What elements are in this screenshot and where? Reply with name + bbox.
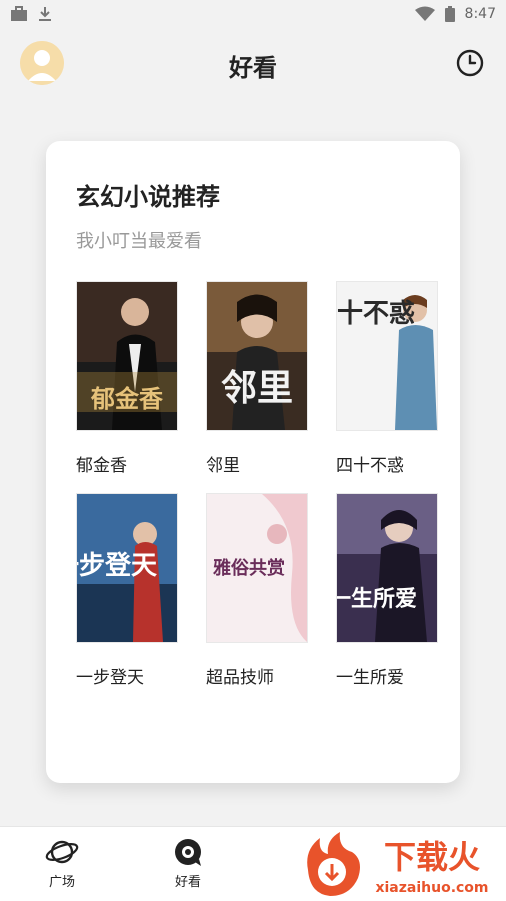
- cover-text: 一生所爱: [337, 586, 417, 612]
- nav-item-haokan[interactable]: 好看: [158, 837, 218, 890]
- watermark-logo: 下载火 xiazaihuo.com: [307, 832, 489, 896]
- header: 好看: [0, 28, 506, 100]
- battery-icon: [444, 6, 455, 22]
- status-left: [10, 6, 52, 22]
- briefcase-icon: [11, 6, 27, 21]
- status-time: 8:47: [464, 6, 496, 22]
- cover-text: 一步登天: [77, 550, 157, 581]
- page-title: 好看: [229, 54, 277, 82]
- eye-chat-icon: [175, 839, 201, 866]
- book-item[interactable]: 一步登天 一步登天: [76, 493, 178, 688]
- wifi-icon: [414, 6, 435, 21]
- book-item[interactable]: 四十不惑 四十不惑: [336, 281, 438, 476]
- cover-text: 四十不惑: [337, 299, 415, 329]
- card-title: 玄幻小说推荐: [76, 183, 220, 211]
- book-cover: 邻里: [206, 281, 308, 431]
- clock-history-icon[interactable]: [455, 48, 485, 78]
- book-cover: 郁金香: [76, 281, 178, 431]
- book-cover: 四十不惑: [336, 281, 438, 431]
- nav-label: 好看: [174, 875, 201, 890]
- cover-text: 邻里: [221, 367, 293, 409]
- book-item[interactable]: 一生所爱 一生所爱: [336, 493, 438, 688]
- book-item[interactable]: 邻里 邻里: [206, 281, 308, 476]
- book-item[interactable]: 郁金香 郁金香: [76, 281, 178, 476]
- download-icon: [39, 7, 51, 21]
- book-title: 一生所爱: [336, 668, 404, 688]
- cover-text: 郁金香: [90, 384, 164, 413]
- watermark-brand: 下载火: [384, 838, 480, 876]
- book-title: 一步登天: [76, 668, 144, 688]
- book-cover: 一生所爱: [336, 493, 438, 643]
- book-title: 郁金香: [76, 456, 127, 476]
- planet-icon: [45, 840, 79, 864]
- book-cover: 一步登天: [76, 493, 178, 643]
- book-title: 四十不惑: [336, 456, 404, 476]
- watermark-url: xiazaihuo.com: [375, 880, 488, 896]
- nav-label: 广场: [48, 875, 75, 890]
- recommendation-card: 玄幻小说推荐 我小叮当最爱看 郁金香 郁金香 邻里 邻里 十不惑 四十不惑 步登…: [46, 141, 460, 783]
- cover-text: 雅俗共赏: [212, 557, 285, 579]
- book-title: 邻里: [206, 456, 240, 476]
- nav-item-plaza[interactable]: 广场: [32, 837, 92, 890]
- book-title: 超品技师: [206, 668, 274, 688]
- status-right: 8:47: [414, 6, 496, 22]
- book-cover: 雅俗共赏: [206, 493, 308, 643]
- book-item[interactable]: 雅俗共赏 超品技师: [206, 493, 308, 688]
- card-subtitle: 我小叮当最爱看: [76, 231, 202, 252]
- status-bar: 8:47: [0, 0, 506, 28]
